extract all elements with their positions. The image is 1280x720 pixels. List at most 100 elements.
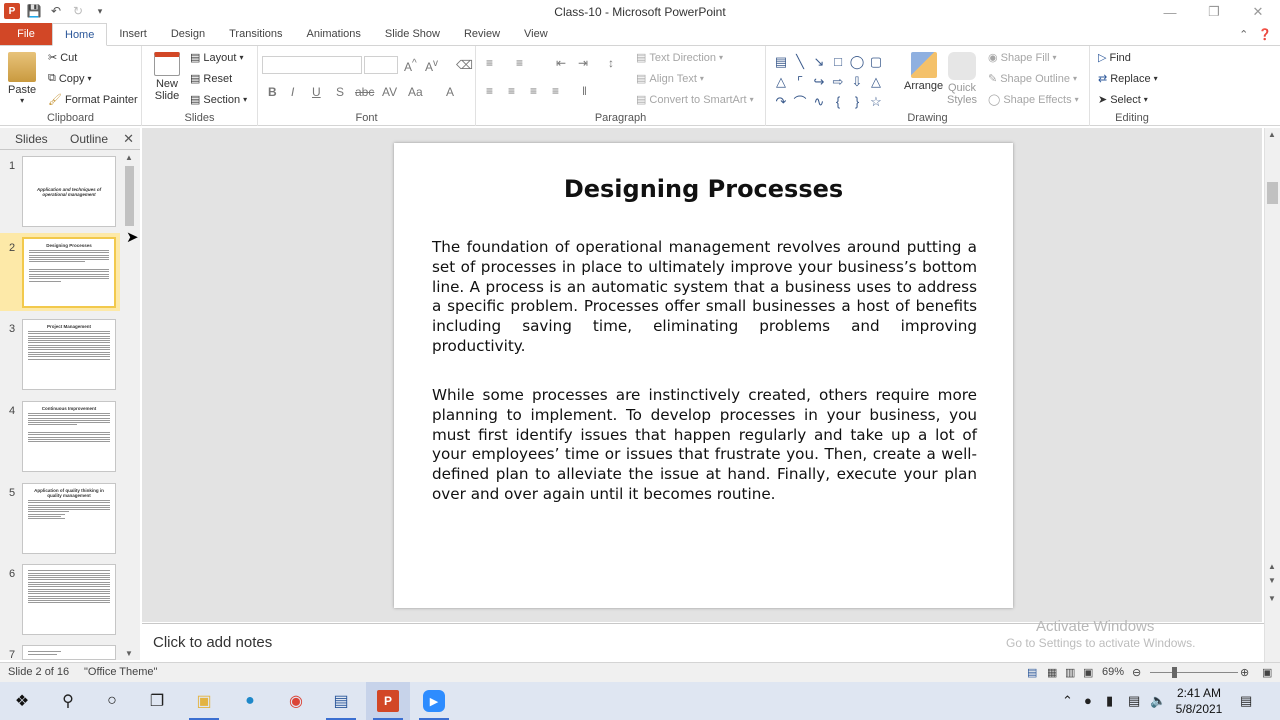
triangle-shape-icon[interactable]: △ — [772, 72, 790, 91]
tab-outline-pane[interactable]: Outline — [70, 132, 108, 146]
tab-review[interactable]: Review — [452, 23, 512, 45]
scroll-up-icon[interactable]: ▲ — [125, 153, 133, 162]
character-spacing-icon[interactable]: AV — [382, 85, 397, 99]
system-clock[interactable]: 2:41 AM 5/8/2021 — [1174, 685, 1224, 717]
collapse-ribbon-icon[interactable]: ⌃ — [1239, 28, 1248, 41]
slideshow-icon[interactable]: ▣ — [1083, 666, 1093, 679]
font-color-icon[interactable]: A — [446, 85, 454, 99]
underline-icon[interactable]: U — [312, 85, 321, 99]
notifications-icon[interactable]: ▤ — [1240, 693, 1252, 709]
network-icon[interactable]: ▤ — [1128, 693, 1140, 709]
word-app-icon[interactable]: ▤ — [330, 690, 352, 712]
align-text-button[interactable]: ▤ Align Text ▾ — [636, 72, 704, 86]
tab-slide-show[interactable]: Slide Show — [373, 23, 452, 45]
editor-scroll-up-icon[interactable]: ▲ — [1268, 130, 1276, 139]
new-slide-button[interactable]: New Slide — [150, 52, 184, 102]
reset-button[interactable]: ▤ Reset — [190, 72, 232, 86]
file-explorer-icon[interactable]: ▣ — [193, 690, 215, 712]
search-icon[interactable]: ⚲ — [57, 690, 79, 712]
numbering-icon[interactable]: ≡ — [516, 56, 523, 70]
text-direction-button[interactable]: ▤ Text Direction ▾ — [636, 51, 723, 65]
zoom-out-icon[interactable]: ⊖ — [1132, 666, 1141, 679]
replace-button[interactable]: ⇄ Replace ▾ — [1098, 72, 1158, 86]
slide-thumbnail-3[interactable]: Project Management — [22, 319, 116, 390]
elbow-connector-icon[interactable]: ⌜ — [791, 72, 809, 91]
find-button[interactable]: ▷ Find — [1098, 51, 1131, 65]
arrange-button[interactable]: Arrange — [904, 52, 943, 92]
scroll-down-icon[interactable]: ▼ — [125, 649, 133, 658]
powerpoint-app-icon[interactable]: P — [377, 690, 399, 712]
slide-thumbnail-5[interactable]: Application of quality thinking in quali… — [22, 483, 116, 554]
strikethrough-icon[interactable]: abc — [355, 85, 374, 99]
tab-design[interactable]: Design — [159, 23, 217, 45]
battery-icon[interactable]: ▮ — [1106, 693, 1113, 709]
tab-file[interactable]: File — [0, 23, 52, 45]
windows-start-icon[interactable]: ❖ — [11, 690, 33, 712]
convert-smartart-button[interactable]: ▤ Convert to SmartArt ▾ — [636, 93, 754, 107]
paste-button[interactable]: Paste ▾ — [8, 52, 36, 105]
right-brace-icon[interactable]: } — [848, 92, 866, 111]
reading-view-icon[interactable]: ▥ — [1065, 666, 1075, 679]
tab-view[interactable]: View — [512, 23, 560, 45]
slide-thumbnail-4[interactable]: Continuous Improvement — [22, 401, 116, 472]
format-painter-button[interactable]: 🖌 Format Painter — [48, 93, 138, 107]
italic-icon[interactable]: I — [291, 85, 294, 99]
slide-thumbnail-7[interactable] — [22, 645, 116, 660]
down-arrow-shape-icon[interactable]: ⇩ — [848, 72, 866, 91]
show-hidden-icons[interactable]: ⌃ — [1062, 693, 1073, 709]
curve-shape-icon[interactable]: ↷ — [772, 92, 790, 111]
arrow-line-shape-icon[interactable]: ↘ — [810, 52, 828, 71]
oval-shape-icon[interactable]: ◯ — [848, 52, 866, 71]
align-left-icon[interactable]: ≡ — [486, 84, 493, 98]
zoom-app-icon[interactable]: ▶ — [423, 690, 445, 712]
close-button[interactable]: ✕ — [1236, 0, 1280, 24]
zoom-slider[interactable] — [1150, 672, 1238, 673]
left-brace-icon[interactable]: { — [829, 92, 847, 111]
shrink-font-icon[interactable]: Av — [425, 58, 438, 74]
editor-scroll-thumb[interactable] — [1267, 182, 1278, 204]
zoom-in-icon[interactable]: ⊕ — [1240, 666, 1249, 679]
section-button[interactable]: ▤ Section ▾ — [190, 93, 247, 107]
prev-slide-icon[interactable]: ▲ — [1268, 562, 1276, 571]
slide-thumbnail-2[interactable]: Designing Processes — [22, 237, 116, 308]
zoom-slider-knob[interactable] — [1172, 667, 1177, 678]
tab-animations[interactable]: Animations — [295, 23, 373, 45]
task-view-icon[interactable]: ❐ — [146, 690, 168, 712]
shape-effects-button[interactable]: ◯ Shape Effects ▾ — [988, 93, 1079, 107]
maximize-button[interactable]: ❐ — [1192, 0, 1236, 24]
current-slide[interactable]: Designing Processes The foundation of op… — [394, 143, 1013, 608]
help-icon[interactable]: ❓ — [1258, 28, 1272, 41]
minimize-button[interactable]: — — [1148, 0, 1192, 24]
shapes-gallery[interactable]: ▤ ╲ ↘ □ ◯ ▢ △ ⌜ ↪ ⇨ ⇩ △ ↷ ⌒ ∿ { } ☆ — [772, 52, 885, 111]
chrome-browser-icon[interactable]: ◉ — [285, 690, 307, 712]
copy-button[interactable]: ⧉ Copy ▾ — [48, 72, 92, 85]
rounded-rect-shape-icon[interactable]: ▢ — [867, 52, 885, 71]
slide-paragraph-1[interactable]: The foundation of operational management… — [432, 238, 977, 357]
thumbnails-scroll-thumb[interactable] — [125, 166, 134, 226]
fit-to-window-icon[interactable]: ▣ — [1262, 666, 1272, 679]
font-size-dropdown[interactable] — [364, 56, 398, 74]
close-pane-icon[interactable]: ✕ — [123, 131, 134, 147]
bullets-icon[interactable]: ≡ — [486, 56, 493, 70]
cortana-icon[interactable]: ○ — [101, 690, 123, 712]
font-name-dropdown[interactable] — [262, 56, 362, 74]
align-right-icon[interactable]: ≡ — [530, 84, 537, 98]
volume-icon[interactable]: 🔈 — [1150, 693, 1166, 709]
increase-indent-icon[interactable]: ⇥ — [578, 56, 588, 70]
shape-outline-button[interactable]: ✎ Shape Outline ▾ — [988, 72, 1077, 86]
tab-home[interactable]: Home — [52, 23, 108, 46]
next-slide-icon[interactable]: ▼ — [1268, 594, 1276, 603]
clear-formatting-icon[interactable]: ⌫ — [456, 58, 473, 72]
select-button[interactable]: ➤ Select ▾ — [1098, 93, 1148, 107]
normal-view-icon[interactable]: ▤ — [1027, 666, 1037, 679]
editor-scroll-down-icon[interactable]: ▼ — [1268, 576, 1276, 585]
location-icon[interactable]: ● — [1084, 693, 1092, 708]
textbox-shape-icon[interactable]: ▤ — [772, 52, 790, 71]
slide-title[interactable]: Designing Processes — [394, 175, 1013, 203]
zoom-level[interactable]: 69% — [1102, 666, 1124, 678]
edge-browser-icon[interactable]: ● — [239, 690, 261, 712]
change-case-icon[interactable]: Aa — [408, 85, 423, 99]
shape-misc-icon[interactable]: △ — [867, 72, 885, 91]
arc-shape-icon[interactable]: ⌒ — [791, 92, 809, 111]
elbow-arrow-icon[interactable]: ↪ — [810, 72, 828, 91]
